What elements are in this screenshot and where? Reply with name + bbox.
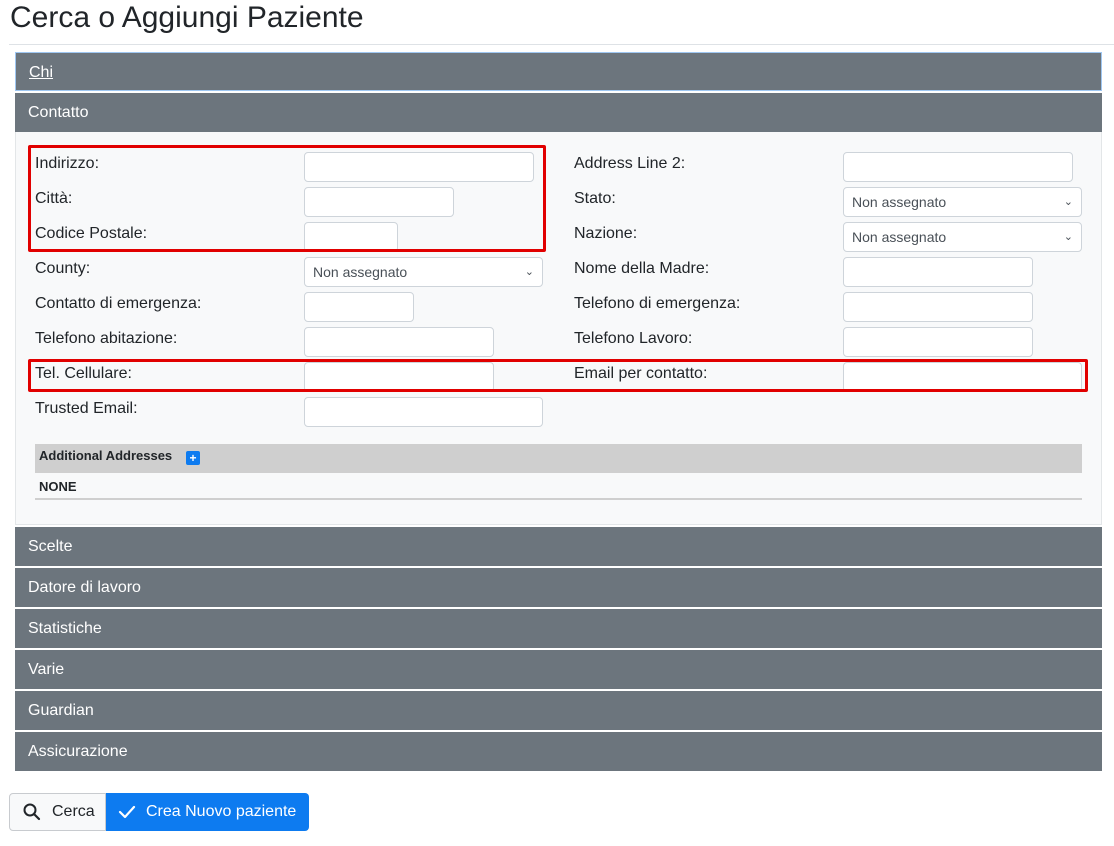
create-patient-button-label: Crea Nuovo paziente (146, 803, 297, 820)
nazione-select-value: Non assegnato (852, 229, 947, 245)
additional-addresses-header: Additional Addresses + (35, 444, 1082, 473)
address-highlight-box (28, 145, 546, 252)
section-contatto[interactable]: Contatto (15, 93, 1102, 132)
nome-madre-input[interactable] (843, 257, 1033, 287)
section-contatto-label: Contatto (28, 104, 89, 121)
search-button-label: Cerca (52, 803, 95, 820)
contatto-emergenza-input[interactable] (304, 292, 414, 322)
trusted-email-label: Trusted Email: (35, 400, 138, 417)
section-scelte[interactable]: Scelte (15, 527, 1102, 566)
additional-addresses-divider (35, 498, 1082, 500)
plus-icon[interactable]: + (186, 451, 200, 465)
telefono-abitazione-label: Telefono abitazione: (35, 330, 178, 347)
telefono-abitazione-input[interactable] (304, 327, 494, 357)
title-divider (9, 44, 1114, 45)
telefono-lavoro-input[interactable] (843, 327, 1033, 357)
section-varie[interactable]: Varie (15, 650, 1102, 689)
section-datore-di-lavoro[interactable]: Datore di lavoro (15, 568, 1102, 607)
section-varie-label: Varie (28, 661, 65, 678)
section-scelte-label: Scelte (28, 538, 73, 555)
create-patient-button[interactable]: Crea Nuovo paziente (106, 793, 309, 831)
stato-select-value: Non assegnato (852, 194, 947, 210)
search-icon (23, 794, 41, 844)
telefono-emergenza-label: Telefono di emergenza: (574, 295, 741, 312)
section-chi[interactable]: Chi (15, 52, 1102, 91)
stato-label: Stato: (574, 190, 616, 207)
section-statistiche[interactable]: Statistiche (15, 609, 1102, 648)
search-button[interactable]: Cerca (9, 793, 106, 831)
mobile-email-highlight-box (28, 359, 1088, 392)
additional-addresses-title: Additional Addresses (39, 448, 173, 463)
page-title: Cerca o Aggiungi Paziente (10, 1, 364, 34)
section-assicurazione-label: Assicurazione (28, 743, 128, 760)
section-statistiche-label: Statistiche (28, 620, 102, 637)
address-line-2-input[interactable] (843, 152, 1073, 182)
trusted-email-input[interactable] (304, 397, 543, 427)
address-line-2-label: Address Line 2: (574, 155, 686, 172)
telefono-emergenza-input[interactable] (843, 292, 1033, 322)
chevron-down-icon: ⌄ (524, 266, 534, 278)
section-guardian-label: Guardian (28, 702, 94, 719)
check-icon (118, 793, 136, 846)
additional-addresses-empty: NONE (39, 479, 77, 494)
county-select-value: Non assegnato (313, 264, 408, 280)
nome-madre-label: Nome della Madre: (574, 260, 710, 277)
section-datore-label: Datore di lavoro (28, 579, 141, 596)
county-label: County: (35, 260, 91, 277)
nazione-select[interactable]: Non assegnato ⌄ (843, 222, 1082, 252)
section-assicurazione[interactable]: Assicurazione (15, 732, 1102, 771)
chevron-down-icon: ⌄ (1063, 196, 1073, 208)
contatto-emergenza-label: Contatto di emergenza: (35, 295, 202, 312)
section-chi-label[interactable]: Chi (29, 64, 53, 81)
chevron-down-icon: ⌄ (1063, 231, 1073, 243)
stato-select[interactable]: Non assegnato ⌄ (843, 187, 1082, 217)
telefono-lavoro-label: Telefono Lavoro: (574, 330, 693, 347)
nazione-label: Nazione: (574, 225, 638, 242)
county-select[interactable]: Non assegnato ⌄ (304, 257, 543, 287)
section-guardian[interactable]: Guardian (15, 691, 1102, 730)
